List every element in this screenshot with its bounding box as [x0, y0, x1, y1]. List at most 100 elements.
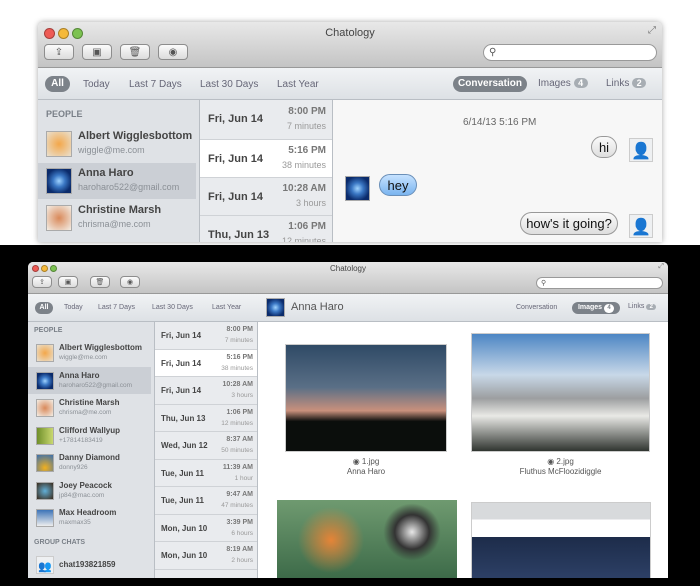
- contact-avatar: [345, 176, 370, 201]
- person-item[interactable]: Albert Wigglesbottom wiggle@me.com: [28, 339, 154, 366]
- fullscreen-icon[interactable]: ⤢: [658, 263, 664, 271]
- conv-time: 11:39 AM: [222, 463, 253, 471]
- conv-time: 5:16 PM: [288, 145, 326, 156]
- conversation-row[interactable]: Fri, Jun 14 10:28 AM 3 hours: [200, 178, 332, 216]
- contacts-button[interactable]: ▣: [82, 44, 112, 60]
- delete-button[interactable]: 🗑: [90, 276, 110, 288]
- contacts-icon: ▣: [64, 279, 72, 286]
- person-item[interactable]: Joey Peacock jp84@mac.com: [28, 477, 154, 504]
- search-icon: ⚲: [541, 280, 547, 287]
- filter-today[interactable]: Today: [83, 79, 110, 90]
- conv-duration: 3 hours: [231, 392, 253, 399]
- tab-links[interactable]: Links 2: [606, 78, 647, 89]
- quicklook-button[interactable]: ◉: [120, 276, 140, 288]
- person-detail: haroharo522@gmail.com: [78, 182, 180, 192]
- avatar: [36, 371, 54, 390]
- filter-last-30-days[interactable]: Last 30 Days: [152, 304, 193, 311]
- avatar: [36, 454, 54, 472]
- filter-last-year[interactable]: Last Year: [212, 304, 241, 311]
- conv-duration: 6 hours: [231, 529, 253, 537]
- image-thumbnail[interactable]: [471, 502, 651, 578]
- conv-time: 8:00 PM: [288, 106, 326, 117]
- person-item[interactable]: Christine Marsh chrisma@me.com: [28, 394, 154, 421]
- conversation-row[interactable]: Thu, Jun 13 1:06 PM 12 minutes: [155, 405, 257, 432]
- share-icon: ⇪: [54, 46, 64, 58]
- conversation-row[interactable]: Fri, Jun 14 5:16 PM 38 minutes: [200, 140, 332, 178]
- conv-duration: 50 minutes: [221, 447, 253, 454]
- conversation-row[interactable]: Fri, Jun 14 5:16 PM 38 minutes: [155, 349, 257, 377]
- search-icon: ⚲: [489, 47, 497, 58]
- my-avatar: 👤: [629, 214, 653, 238]
- conv-date: Tue, Jun 11: [161, 468, 204, 478]
- person-detail: chrisma@me.com: [59, 409, 112, 416]
- person-name: Albert Wigglesbottom: [59, 343, 143, 352]
- image-thumbnail[interactable]: [471, 333, 650, 452]
- avatar: [36, 426, 54, 445]
- person-item[interactable]: Clifford Wallyup +17814183419: [28, 422, 154, 449]
- conv-date: Fri, Jun 14: [161, 386, 202, 395]
- zoomed-window: Chatology ⤢ ⇪ ▣ 🗑 ◉ ⚲ All Today Last 7 D…: [38, 22, 662, 242]
- image-thumbnail[interactable]: [285, 344, 447, 452]
- links-count-badge: 2: [632, 78, 647, 88]
- filter-all[interactable]: All: [35, 302, 53, 314]
- conv-duration: 1 hour: [234, 474, 253, 482]
- person-christine[interactable]: Christine Marsh chrisma@me.com: [38, 200, 199, 236]
- conv-date: Mon, Jun 10: [161, 523, 208, 533]
- contacts-icon: ▣: [92, 46, 102, 58]
- person-name: Max Headroom: [59, 508, 117, 517]
- person-name: Albert Wigglesbottom: [78, 130, 193, 142]
- fullscreen-icon[interactable]: ⤢: [648, 25, 656, 36]
- message-bubble-sent: hi: [591, 136, 617, 158]
- filter-last-7-days[interactable]: Last 7 Days: [129, 79, 182, 90]
- image-thumbnail[interactable]: [277, 500, 457, 578]
- conversation-row[interactable]: Tue, Jun 11 11:39 AM 1 hour: [155, 460, 257, 487]
- conversation-row[interactable]: Thu, Jun 13 1:06 PM 12 minutes: [200, 216, 332, 242]
- conversation-row[interactable]: Fri, Jun 14 10:28 AM 3 hours: [155, 377, 257, 405]
- person-item[interactable]: Danny Diamond donny926: [28, 449, 154, 476]
- person-item[interactable]: Max Headroom maxmax35: [28, 504, 154, 531]
- conversation-row[interactable]: Fri, Jun 14 8:00 PM 7 minutes: [155, 322, 257, 350]
- conv-date: Tue, Jun 11: [161, 496, 204, 505]
- conversation-list: Fri, Jun 14 8:00 PM 7 minutes Fri, Jun 14 5…: [200, 100, 333, 242]
- conv-duration: 2 hours: [231, 557, 253, 564]
- tab-images[interactable]: Images 4: [538, 78, 588, 89]
- conversation-row[interactable]: Fri, Jun 14 8:00 PM 7 minutes: [200, 100, 332, 140]
- image-caption: ◉ 2.jpg Fluthus McFloozidiggle: [471, 457, 650, 477]
- person-albert[interactable]: Albert Wigglesbottom wiggle@me.com: [38, 126, 199, 162]
- conversation-row[interactable]: Wed, Jun 12 8:37 AM 50 minutes: [155, 432, 257, 460]
- filter-last-7-days[interactable]: Last 7 Days: [98, 304, 135, 311]
- share-button[interactable]: ⇪: [32, 276, 52, 288]
- conversation-row[interactable]: Tue, Jun 11 9:47 AM 47 minutes: [155, 487, 257, 515]
- filter-last-year[interactable]: Last Year: [277, 79, 319, 90]
- image-caption: ◉ 1.jpg Anna Haro: [285, 457, 447, 477]
- filter-today[interactable]: Today: [64, 304, 83, 311]
- delete-button[interactable]: 🗑: [120, 44, 150, 60]
- people-header: PEOPLE: [46, 109, 83, 119]
- conv-duration: 12 minutes: [281, 236, 326, 242]
- filter-last-30-days[interactable]: Last 30 Days: [200, 79, 258, 90]
- person-detail: haroharo522@gmail.com: [59, 381, 133, 389]
- person-item[interactable]: Anna Haro haroharo522@gmail.com: [28, 366, 151, 394]
- tab-conversation[interactable]: Conversation: [516, 304, 557, 311]
- contacts-button[interactable]: ▣: [58, 276, 78, 288]
- search-field[interactable]: ⚲: [483, 44, 657, 61]
- conversation-row[interactable]: Mon, Jun 10 8:19 AM 2 hours: [155, 542, 257, 570]
- person-anna[interactable]: Anna Haro haroharo522@gmail.com: [38, 163, 196, 199]
- conv-date: Wed, Jun 12: [161, 441, 208, 450]
- conv-date: Fri, Jun 14: [161, 331, 202, 340]
- person-detail: jp84@mac.com: [59, 491, 105, 499]
- tab-images[interactable]: Images 4: [572, 302, 620, 314]
- group-avatar: 👥: [36, 556, 54, 574]
- share-button[interactable]: ⇪: [44, 44, 74, 60]
- conv-date: Thu, Jun 13: [208, 229, 270, 241]
- filter-all[interactable]: All: [45, 76, 70, 92]
- conv-duration: 7 minutes: [286, 121, 326, 131]
- quicklook-button[interactable]: ◉: [158, 44, 188, 60]
- conv-time: 9:47 AM: [226, 491, 253, 498]
- conversation-list: Fri, Jun 14 8:00 PM 7 minutes Fri, Jun 14…: [155, 322, 258, 578]
- group-chat-item[interactable]: 👥 chat193821859: [28, 551, 154, 578]
- tab-conversation[interactable]: Conversation: [453, 76, 527, 92]
- search-field[interactable]: ⚲: [536, 277, 663, 289]
- conversation-row[interactable]: Mon, Jun 10 3:39 PM 6 hours: [155, 515, 257, 542]
- tab-links[interactable]: Links 2: [628, 303, 657, 310]
